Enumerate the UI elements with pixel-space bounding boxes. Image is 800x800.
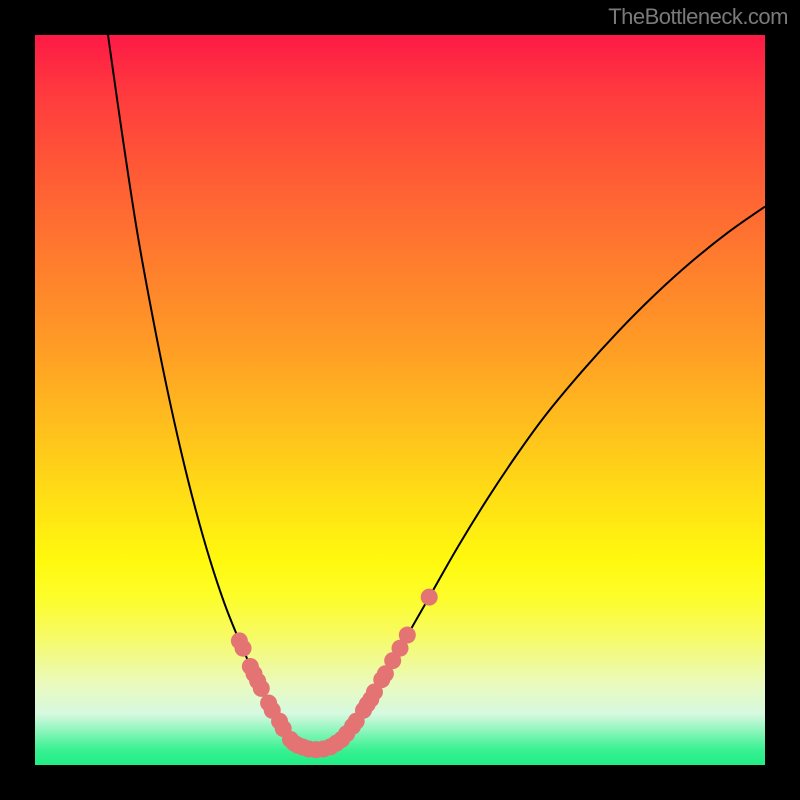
data-marker: [399, 627, 416, 644]
chart-container: TheBottleneck.com: [0, 0, 800, 800]
data-marker: [421, 589, 438, 606]
chart-svg: [35, 35, 765, 765]
marker-group: [231, 589, 438, 759]
plot-area: [35, 35, 765, 765]
watermark-label: TheBottleneck.com: [608, 4, 788, 30]
data-marker: [253, 680, 270, 697]
data-marker: [235, 640, 252, 657]
bottleneck-curve: [108, 35, 765, 750]
